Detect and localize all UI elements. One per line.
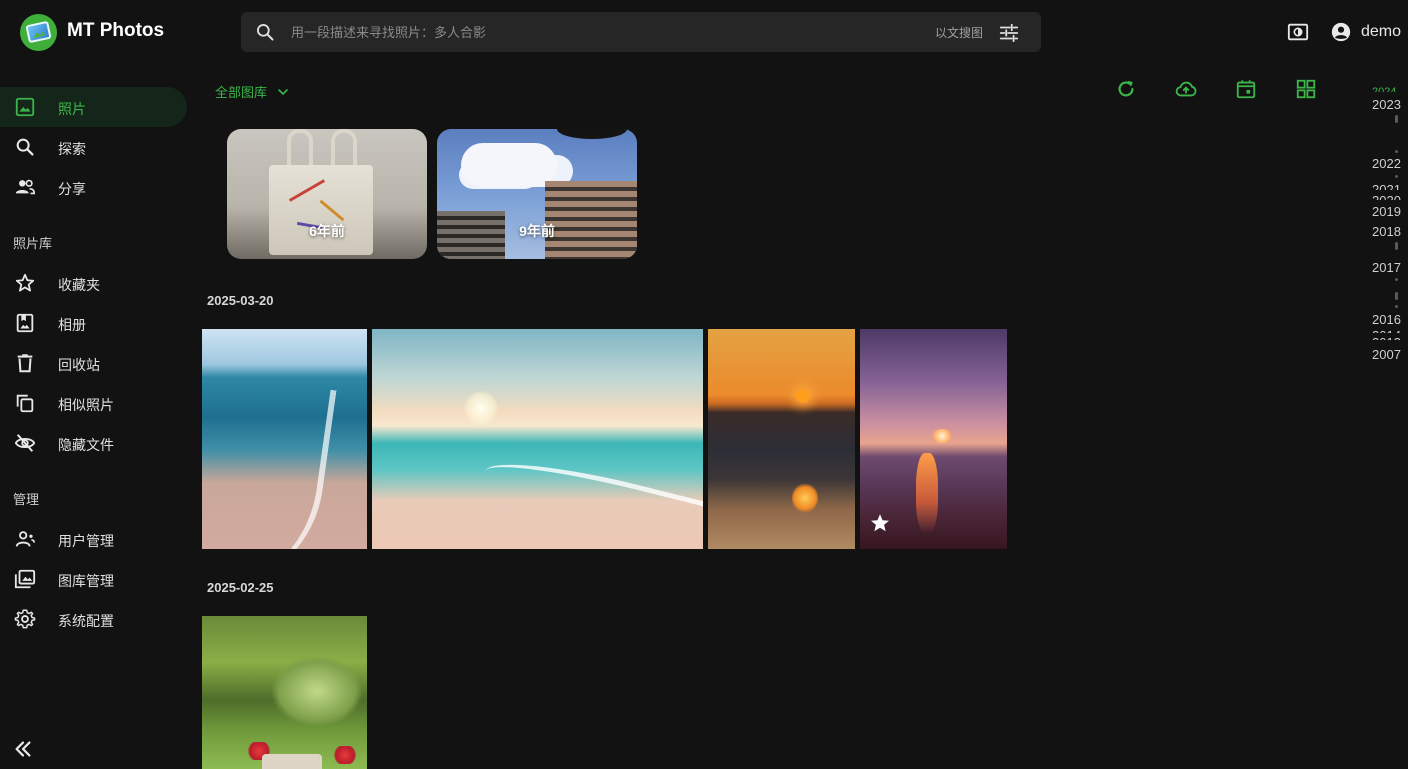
memory-caption: 9年前 [519, 223, 555, 239]
timeline-year[interactable]: 2019 [1372, 204, 1401, 219]
favorite-star-icon [871, 514, 889, 532]
timeline-year[interactable]: 2024 [1372, 86, 1396, 92]
app-logo-icon[interactable] [20, 14, 57, 51]
sidebar-item-label: 隐藏文件 [58, 437, 114, 453]
album-icon [16, 313, 34, 333]
trash-icon [17, 354, 33, 373]
sidebar-item-gallery-manage[interactable]: 图库管理 [0, 559, 187, 599]
sidebar-item-favorites[interactable]: 收藏夹 [0, 263, 187, 303]
photo-thumbnail[interactable] [708, 329, 855, 549]
sidebar-item-label: 收藏夹 [58, 277, 100, 293]
sidebar-item-label: 用户管理 [58, 533, 114, 549]
sidebar-item-share[interactable]: 分享 [0, 167, 187, 207]
photo-thumbnail[interactable] [372, 329, 703, 549]
photo-thumbnail[interactable] [202, 616, 367, 769]
library-section-label: 照片库 [13, 236, 53, 251]
timeline-year[interactable]: 2020 [1372, 193, 1401, 200]
sidebar-item-trash[interactable]: 回收站 [0, 343, 187, 383]
gallery-icon [14, 569, 36, 589]
user-menu[interactable]: demo [1330, 20, 1401, 44]
text-search-button[interactable]: 以文搜图 [935, 24, 983, 41]
cloud-upload-icon[interactable] [1174, 78, 1198, 100]
calendar-icon[interactable] [1235, 78, 1257, 100]
sidebar-item-label: 探索 [58, 141, 86, 157]
search-bar: 以文搜图 [241, 12, 1041, 52]
group-date-label: 2025-02-25 [207, 580, 274, 595]
timeline-year[interactable]: 2022 [1372, 156, 1401, 171]
timeline-year[interactable]: 2017 [1372, 260, 1401, 275]
timeline-year[interactable]: 2014 [1372, 328, 1401, 333]
search-input[interactable] [291, 12, 911, 52]
gear-icon [14, 609, 36, 629]
app-header: MT Photos 以文搜图 demo [0, 0, 1408, 64]
sidebar-item-label: 回收站 [58, 357, 100, 373]
memory-caption: 6年前 [309, 223, 345, 239]
chevron-down-icon [278, 88, 288, 95]
sidebar-item-label: 照片 [58, 101, 86, 117]
star-icon [15, 273, 35, 292]
search-icon [16, 138, 34, 156]
photo-icon [15, 97, 35, 117]
library-select-label: 全部图库 [215, 85, 268, 100]
eye-off-icon [14, 434, 36, 452]
timeline-year[interactable]: 2018 [1372, 224, 1401, 239]
tune-icon[interactable] [998, 22, 1020, 44]
timeline-year[interactable]: 2016 [1372, 312, 1401, 327]
timeline-year[interactable]: 2023 [1372, 97, 1401, 112]
timeline-year[interactable]: 2013 [1372, 335, 1401, 340]
search-icon[interactable] [255, 22, 275, 42]
photo-thumbnail[interactable] [860, 329, 1007, 549]
user-manage-icon [15, 531, 35, 547]
sidebar-item-photos[interactable]: 照片 [0, 87, 187, 127]
sidebar-item-albums[interactable]: 相册 [0, 303, 187, 343]
theme-toggle-icon[interactable] [1287, 21, 1309, 43]
sidebar-item-label: 分享 [58, 181, 86, 197]
timeline-year[interactable]: 2021 [1372, 182, 1401, 190]
collapse-sidebar-icon[interactable] [12, 738, 34, 760]
memory-card[interactable]: 6年前 [227, 129, 427, 259]
sidebar-item-label: 图库管理 [58, 573, 114, 589]
timeline-scrubber[interactable]: 2024 2023 2022 2021 2020 2019 2018 2017 … [1368, 86, 1408, 386]
sidebar-item-label: 相册 [58, 317, 86, 333]
sidebar-item-user-manage[interactable]: 用户管理 [0, 519, 187, 559]
sidebar: 照片 探索 分享 照片库 收藏夹 相册 回收站 相似照片 隐藏文件 管理 用户管… [0, 64, 190, 769]
sidebar-item-hidden[interactable]: 隐藏文件 [0, 423, 187, 463]
sidebar-item-label: 相似照片 [58, 397, 114, 413]
app-title: MT Photos [67, 20, 165, 41]
sidebar-item-similar[interactable]: 相似照片 [0, 383, 187, 423]
account-icon [1331, 22, 1351, 42]
group-date-label: 2025-03-20 [207, 293, 274, 308]
admin-section-label: 管理 [13, 492, 40, 507]
sidebar-item-system-config[interactable]: 系统配置 [0, 599, 187, 639]
memory-card[interactable]: 9年前 [437, 129, 637, 259]
photo-thumbnail[interactable] [202, 329, 367, 549]
copy-icon [16, 394, 34, 413]
sidebar-item-label: 系统配置 [58, 613, 114, 629]
refresh-icon[interactable] [1115, 78, 1137, 100]
username: demo [1361, 23, 1402, 40]
library-select[interactable]: 全部图库 [215, 82, 291, 101]
sidebar-item-explore[interactable]: 探索 [0, 127, 187, 167]
timeline-year[interactable]: 2007 [1372, 347, 1401, 362]
people-icon [15, 179, 35, 195]
grid-icon[interactable] [1295, 78, 1317, 100]
